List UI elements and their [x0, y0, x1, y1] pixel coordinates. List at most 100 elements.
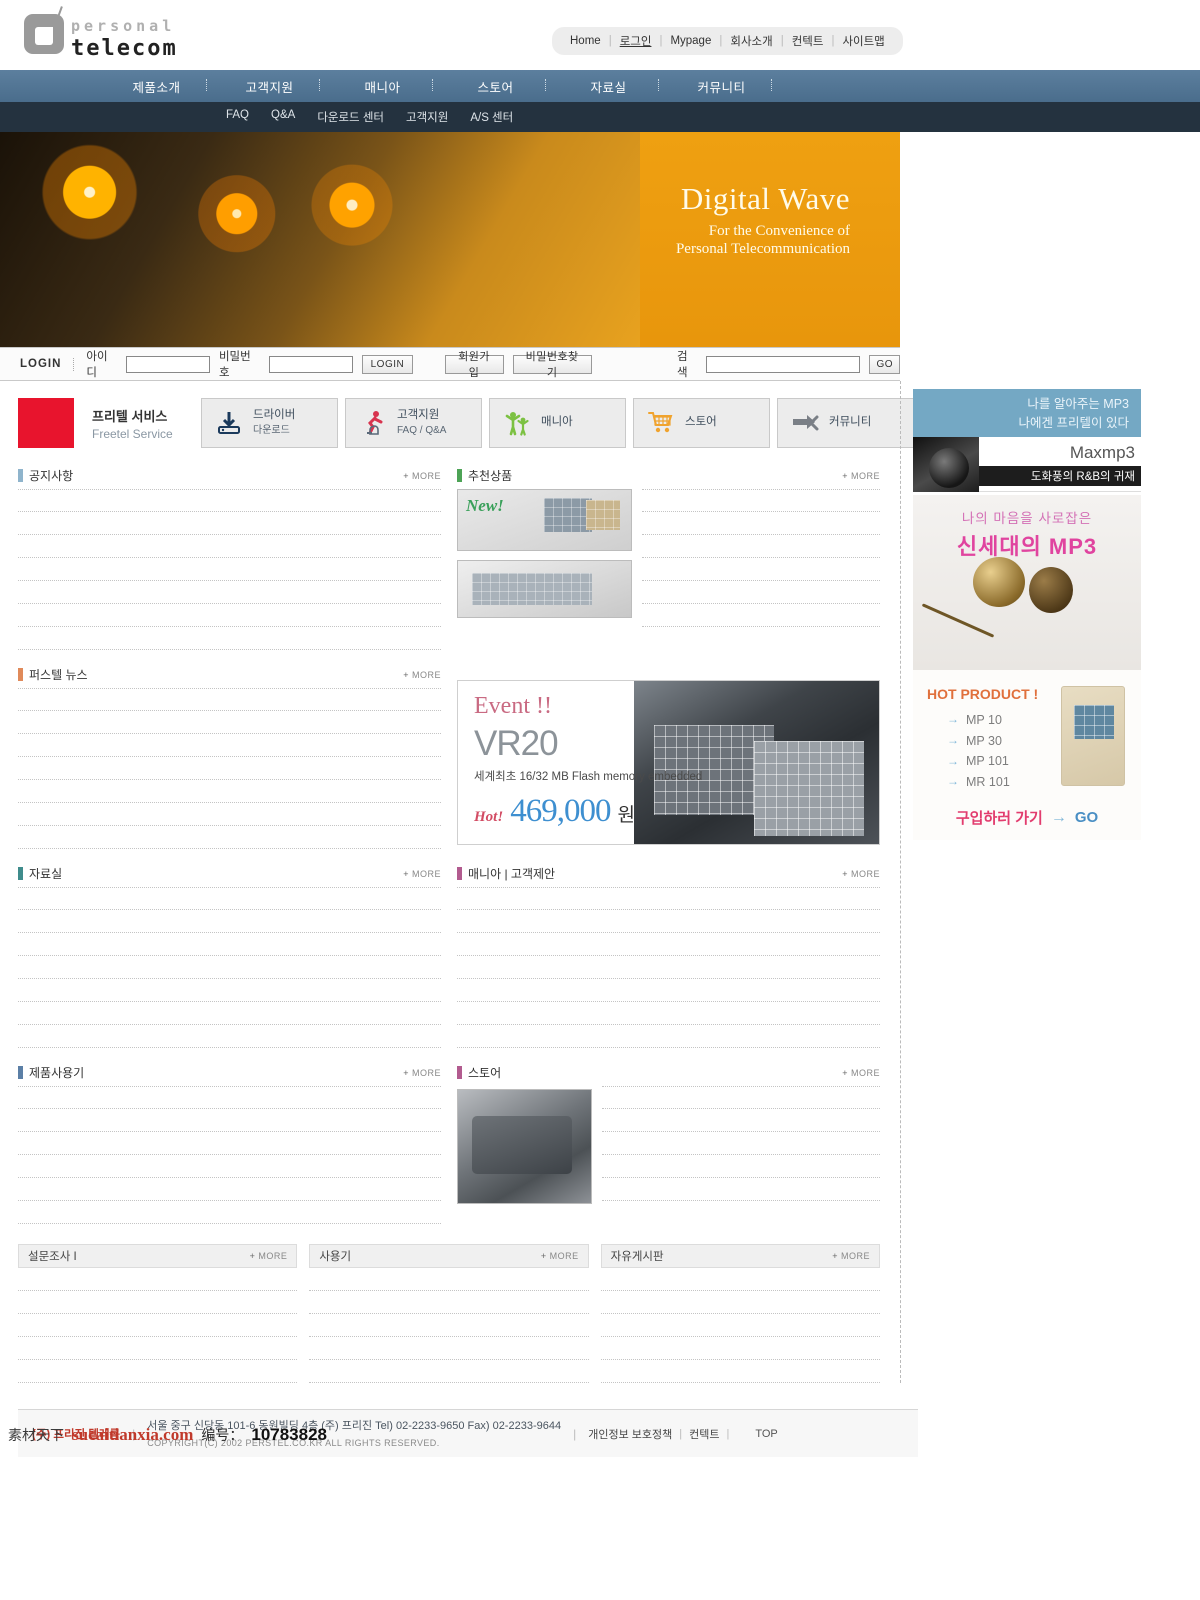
- util-nav-item-contact[interactable]: 컨텍트: [792, 33, 824, 49]
- quick-button-mania[interactable]: 매니아: [489, 398, 626, 448]
- util-nav-item-home[interactable]: Home: [570, 35, 601, 47]
- quick-button-driver-download[interactable]: 드라이버 다운로드: [201, 398, 338, 448]
- list-item[interactable]: [18, 581, 441, 604]
- login-button[interactable]: LOGIN: [361, 354, 414, 374]
- list-item[interactable]: [18, 1002, 441, 1025]
- list-item[interactable]: [18, 979, 441, 1002]
- panel-store-more-link[interactable]: + MORE: [842, 1068, 880, 1078]
- sidebar-ad-headline[interactable]: 나를 알아주는 MP3 나에겐 프리텔이 있다: [913, 389, 1141, 437]
- list-item[interactable]: [600, 1268, 880, 1291]
- list-item[interactable]: [18, 803, 441, 826]
- sidebar-ad-maxmp3[interactable]: Maxmp3 도화풍의 R&B의 귀재: [913, 437, 1141, 492]
- main-nav-item-products[interactable]: 제품소개: [100, 77, 213, 96]
- list-item[interactable]: [457, 979, 880, 1002]
- panel-archive-more-link[interactable]: + MORE: [403, 869, 441, 879]
- list-item[interactable]: [18, 933, 441, 956]
- id-input[interactable]: [125, 355, 210, 373]
- main-nav-item-store[interactable]: 스토어: [439, 77, 552, 96]
- list-item[interactable]: [600, 1291, 880, 1314]
- list-item[interactable]: [457, 910, 880, 933]
- list-item[interactable]: [18, 688, 441, 711]
- list-item[interactable]: [600, 1337, 880, 1360]
- list-item[interactable]: [642, 489, 880, 512]
- list-item[interactable]: [18, 1109, 441, 1132]
- list-item[interactable]: [18, 1268, 298, 1291]
- quick-button-community[interactable]: 커뮤니티: [777, 398, 914, 448]
- list-item[interactable]: [18, 956, 441, 979]
- main-nav-item-archive[interactable]: 자료실: [552, 77, 665, 96]
- main-nav-item-community[interactable]: 커뮤니티: [665, 77, 778, 96]
- list-item[interactable]: [309, 1360, 589, 1383]
- list-item[interactable]: [18, 1178, 441, 1201]
- main-nav-item-mania[interactable]: 매니아: [326, 77, 439, 96]
- site-logo[interactable]: personal telecom: [24, 14, 178, 61]
- list-item[interactable]: [642, 581, 880, 604]
- sub-nav-item-customer-support[interactable]: 고객지원: [406, 109, 448, 125]
- panel-news-more-link[interactable]: + MORE: [403, 670, 441, 680]
- panel-usage-more-link[interactable]: + MORE: [541, 1251, 579, 1261]
- list-item[interactable]: [602, 1178, 880, 1201]
- list-item[interactable]: [18, 826, 441, 849]
- panel-notice-more-link[interactable]: + MORE: [403, 471, 441, 481]
- list-item[interactable]: [602, 1109, 880, 1132]
- list-item[interactable]: [18, 734, 441, 757]
- list-item[interactable]: [600, 1314, 880, 1337]
- sidebar-ad-mp3[interactable]: 나의 마음을 사로잡은 신세대의 MP3: [913, 495, 1141, 670]
- list-item[interactable]: [18, 489, 441, 512]
- list-item[interactable]: [642, 535, 880, 558]
- footer-link-privacy[interactable]: 개인정보 보호정책: [588, 1426, 672, 1442]
- panel-survey-more-link[interactable]: + MORE: [250, 1251, 288, 1261]
- main-nav-item-support[interactable]: 고객지원: [213, 77, 326, 96]
- search-go-button[interactable]: GO: [869, 354, 900, 374]
- list-item[interactable]: [457, 933, 880, 956]
- list-item[interactable]: [18, 604, 441, 627]
- list-item[interactable]: [642, 558, 880, 581]
- password-input[interactable]: [268, 355, 353, 373]
- event-banner[interactable]: Event !! VR20 세계최초 16/32 MB Flash memory…: [457, 680, 880, 845]
- list-item[interactable]: [457, 1002, 880, 1025]
- util-nav-item-mypage[interactable]: Mypage: [670, 35, 711, 47]
- panel-review-more-link[interactable]: + MORE: [403, 1068, 441, 1078]
- buy-now-link[interactable]: 구입하러 가기 → GO: [913, 807, 1141, 828]
- list-item[interactable]: [309, 1291, 589, 1314]
- list-item[interactable]: [602, 1132, 880, 1155]
- util-nav-item-sitemap[interactable]: 사이트맵: [842, 33, 884, 49]
- quick-button-customer-support[interactable]: 고객지원 FAQ / Q&A: [345, 398, 482, 448]
- search-input[interactable]: [706, 355, 861, 373]
- list-item[interactable]: [18, 757, 441, 780]
- list-item[interactable]: [18, 711, 441, 734]
- quick-button-store[interactable]: 스토어: [633, 398, 770, 448]
- list-item[interactable]: [602, 1155, 880, 1178]
- list-item[interactable]: [18, 558, 441, 581]
- list-item[interactable]: [18, 887, 441, 910]
- list-item[interactable]: [18, 1201, 441, 1224]
- util-nav-item-company[interactable]: 회사소개: [730, 33, 772, 49]
- list-item[interactable]: [18, 535, 441, 558]
- store-product-thumb[interactable]: [457, 1089, 592, 1204]
- list-item[interactable]: [602, 1086, 880, 1109]
- list-item[interactable]: [309, 1337, 589, 1360]
- panel-mania-more-link[interactable]: + MORE: [842, 869, 880, 879]
- back-to-top-link[interactable]: TOP: [755, 1428, 777, 1440]
- list-item[interactable]: [457, 956, 880, 979]
- sub-nav-item-download-center[interactable]: 다운로드 센터: [317, 109, 384, 125]
- panel-recommend-more-link[interactable]: + MORE: [842, 471, 880, 481]
- list-item[interactable]: [309, 1268, 589, 1291]
- list-item[interactable]: [18, 1291, 298, 1314]
- list-item[interactable]: [18, 1314, 298, 1337]
- list-item[interactable]: [457, 1025, 880, 1048]
- list-item[interactable]: [18, 1025, 441, 1048]
- list-item[interactable]: [18, 1086, 441, 1109]
- util-nav-item-login[interactable]: 로그인: [620, 33, 652, 49]
- join-button[interactable]: 회원가입: [444, 351, 504, 379]
- find-password-button[interactable]: 비밀번호찾기: [512, 351, 592, 379]
- list-item[interactable]: [18, 512, 441, 535]
- list-item[interactable]: [18, 627, 441, 650]
- list-item[interactable]: [18, 1360, 298, 1383]
- list-item[interactable]: [18, 1337, 298, 1360]
- list-item[interactable]: [642, 604, 880, 627]
- footer-link-contact[interactable]: 컨텍트: [689, 1426, 719, 1442]
- sub-nav-item-faq[interactable]: FAQ: [226, 109, 249, 125]
- panel-freeboard-more-link[interactable]: + MORE: [832, 1251, 870, 1261]
- list-item[interactable]: [18, 1155, 441, 1178]
